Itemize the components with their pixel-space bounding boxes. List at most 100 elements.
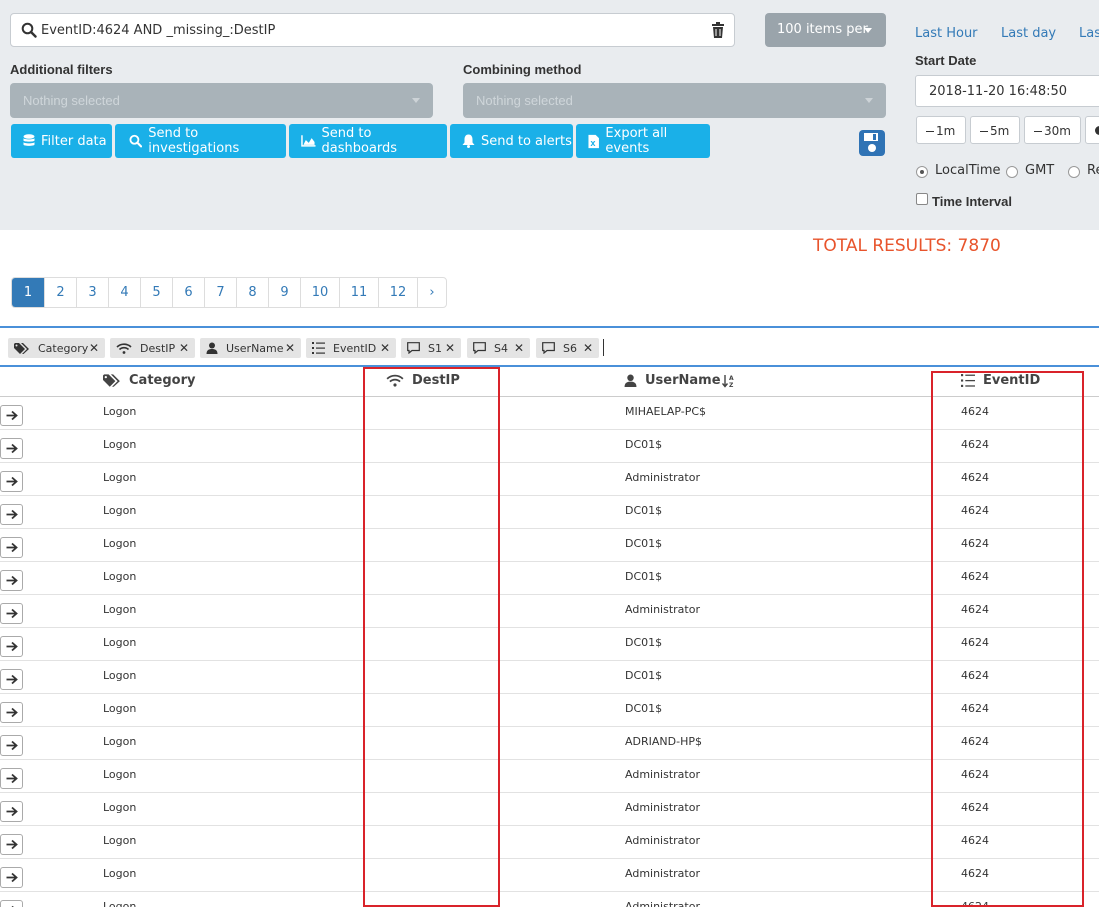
tag-eventid: EventID ✕	[306, 338, 396, 358]
remove-tag-icon[interactable]: ✕	[380, 341, 390, 355]
page-10[interactable]: 10	[301, 278, 340, 307]
search-icon	[129, 134, 143, 148]
page-6[interactable]: 6	[173, 278, 205, 307]
page-1[interactable]: 1	[12, 278, 45, 307]
items-per-page-label: 100 items per	[777, 22, 868, 37]
time-interval-checkbox[interactable]	[916, 193, 928, 205]
remove-tag-icon[interactable]: ✕	[285, 341, 295, 355]
items-per-page-select[interactable]: 100 items per	[765, 13, 886, 47]
remove-tag-icon[interactable]: ✕	[583, 341, 593, 355]
export-all-events-button[interactable]: X Export all events	[576, 124, 710, 158]
save-icon[interactable]	[858, 129, 886, 157]
cell-eventid: 4624	[961, 405, 989, 418]
header-eventid-label: EventID	[983, 373, 1041, 388]
cell-eventid: 4624	[961, 438, 989, 451]
expand-row-button[interactable]	[0, 504, 23, 525]
remove-tag-icon[interactable]: ✕	[89, 341, 99, 355]
cell-username: ADRIAND-HP$	[625, 735, 702, 748]
page-8[interactable]: 8	[237, 278, 269, 307]
combining-method-select[interactable]: Nothing selected	[463, 83, 886, 118]
expand-row-button[interactable]	[0, 867, 23, 888]
header-destip-label: DestIP	[412, 373, 460, 388]
tz-local-radio[interactable]	[916, 166, 928, 178]
remove-tag-icon[interactable]: ✕	[514, 341, 524, 355]
column-tag-bar[interactable]: Category ✕ DestIP ✕ UserName ✕ EventID ✕…	[0, 326, 1099, 367]
remove-tag-icon[interactable]: ✕	[445, 341, 455, 355]
table-row: Logon DC01$ 4624	[0, 661, 1099, 694]
filter-data-button[interactable]: Filter data	[11, 124, 112, 158]
expand-row-button[interactable]	[0, 669, 23, 690]
arrow-right-icon	[6, 443, 18, 454]
header-username[interactable]: UserName AZ	[624, 373, 736, 388]
quick-1m-button[interactable]: 1m	[916, 116, 966, 144]
cell-eventid: 4624	[961, 603, 989, 616]
wifi-icon	[116, 342, 132, 354]
send-to-dashboards-button[interactable]: Send to dashboards	[289, 124, 447, 158]
svg-text:A: A	[729, 375, 734, 382]
quick-5m-button[interactable]: 5m	[970, 116, 1020, 144]
send-to-alerts-button[interactable]: Send to alerts	[450, 124, 573, 158]
expand-row-button[interactable]	[0, 900, 23, 907]
header-category[interactable]: Category	[103, 373, 195, 388]
page-11[interactable]: 11	[340, 278, 379, 307]
tz-other-radio[interactable]	[1068, 166, 1080, 178]
arrow-right-icon	[6, 872, 18, 883]
last-week-link[interactable]: Last	[1079, 26, 1099, 41]
tz-gmt-radio[interactable]	[1006, 166, 1018, 178]
expand-row-button[interactable]	[0, 471, 23, 492]
header-destip[interactable]: DestIP	[386, 373, 460, 388]
expand-row-button[interactable]	[0, 570, 23, 591]
page-9[interactable]: 9	[269, 278, 301, 307]
header-eventid[interactable]: EventID	[961, 373, 1040, 388]
search-input[interactable]: EventID:4624 AND _missing_:DestIP	[10, 13, 735, 47]
pagination: 1 2 3 4 5 6 7 8 9 10 11 12 ›	[11, 277, 447, 308]
cell-username: Administrator	[625, 867, 700, 880]
cell-category: Logon	[103, 801, 137, 814]
clock-icon	[1095, 126, 1099, 135]
expand-row-button[interactable]	[0, 438, 23, 459]
remove-tag-icon[interactable]: ✕	[179, 341, 189, 355]
page-4[interactable]: 4	[109, 278, 141, 307]
arrow-right-icon	[6, 674, 18, 685]
cell-category: Logon	[103, 405, 137, 418]
page-2[interactable]: 2	[45, 278, 77, 307]
start-date-value: 2018-11-20 16:48:50	[929, 84, 1068, 99]
tag-username-label: UserName	[226, 341, 284, 355]
user-icon	[206, 342, 218, 354]
last-day-link[interactable]: Last day	[1001, 26, 1056, 41]
last-hour-link[interactable]: Last Hour	[915, 26, 978, 41]
tag-s6: S6 ✕	[536, 338, 599, 358]
page-5[interactable]: 5	[141, 278, 173, 307]
page-7[interactable]: 7	[205, 278, 237, 307]
cell-category: Logon	[103, 471, 137, 484]
start-date-input[interactable]: 2018-11-20 16:48:50	[915, 75, 1099, 107]
page-next[interactable]: ›	[418, 278, 446, 307]
cell-category: Logon	[103, 537, 137, 550]
tag-s1: S1 ✕	[401, 338, 461, 358]
expand-row-button[interactable]	[0, 702, 23, 723]
expand-row-button[interactable]	[0, 636, 23, 657]
cell-category: Logon	[103, 570, 137, 583]
time-interval-label: Time Interval	[932, 194, 1012, 209]
cell-username: MIHAELAP-PC$	[625, 405, 707, 418]
trash-icon[interactable]	[711, 22, 725, 38]
cell-eventid: 4624	[961, 669, 989, 682]
filter-panel: EventID:4624 AND _missing_:DestIP 100 it…	[0, 0, 1099, 230]
cell-username: Administrator	[625, 471, 700, 484]
expand-row-button[interactable]	[0, 735, 23, 756]
expand-row-button[interactable]	[0, 603, 23, 624]
quick-30m-button[interactable]: 30m	[1024, 116, 1081, 144]
page-3[interactable]: 3	[77, 278, 109, 307]
expand-row-button[interactable]	[0, 537, 23, 558]
expand-row-button[interactable]	[0, 768, 23, 789]
expand-row-button[interactable]	[0, 405, 23, 426]
tag-destip-label: DestIP	[140, 341, 176, 355]
additional-filters-select[interactable]: Nothing selected	[10, 83, 433, 118]
arrow-right-icon	[6, 509, 18, 520]
send-to-investigations-button[interactable]: Send to investigations	[115, 124, 286, 158]
quick-more-button[interactable]	[1085, 116, 1099, 144]
page-12[interactable]: 12	[379, 278, 418, 307]
expand-row-button[interactable]	[0, 834, 23, 855]
cell-username: Administrator	[625, 801, 700, 814]
expand-row-button[interactable]	[0, 801, 23, 822]
